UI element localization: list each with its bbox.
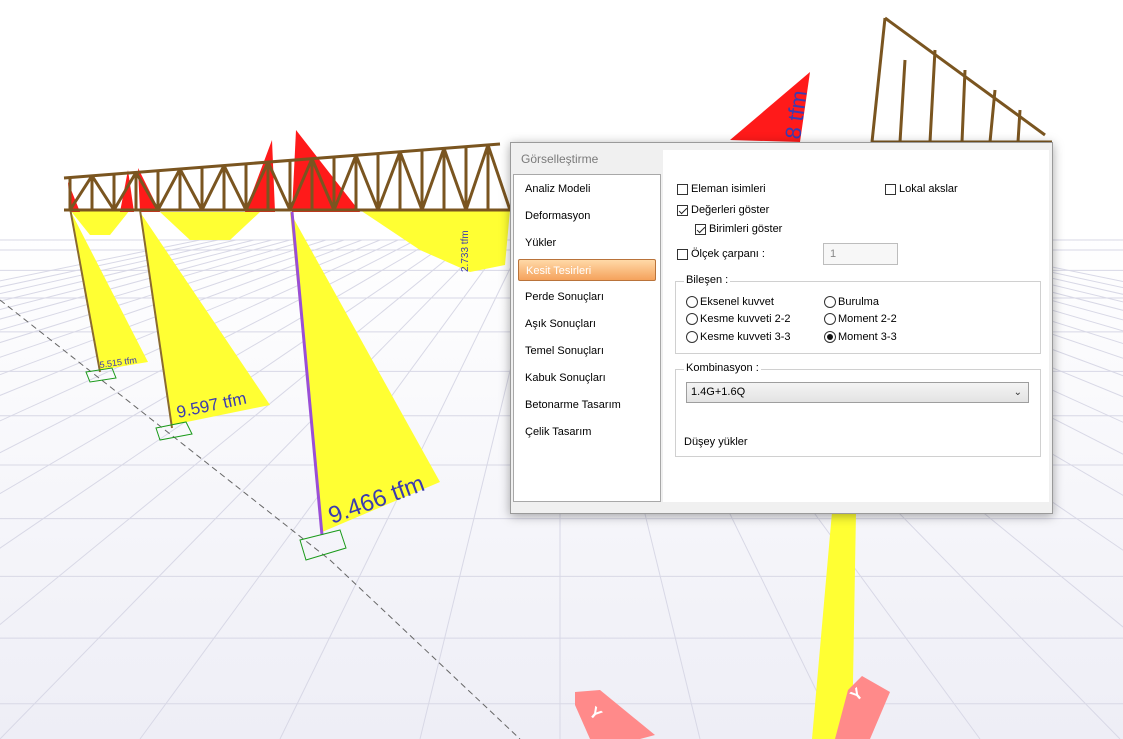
radio-icon: [824, 313, 836, 325]
nav-item[interactable]: Aşık Sonuçları: [518, 313, 656, 335]
category-list: Analiz Modeli Deformasyon Yükler Kesit Tesi…: [513, 174, 661, 502]
options-panel: Eleman isimleri Lokal akslar Değerleri g…: [663, 150, 1049, 502]
nav-item[interactable]: Temel Sonuçları: [518, 340, 656, 362]
checkbox-icon: [885, 183, 896, 195]
dialog-title: Görselleştirme: [521, 152, 599, 166]
beam-moment-label: 2.733 tfm: [460, 230, 471, 272]
right-truss: [870, 16, 1052, 144]
nav-item[interactable]: Yükler: [518, 232, 656, 254]
radio-icon: [686, 313, 698, 325]
kombinasyon-group: Kombinasyon : 1.4G+1.6Q ⌄ Düşey yükler: [675, 362, 1041, 457]
lokal-akslar-checkbox[interactable]: Lokal akslar: [885, 183, 958, 195]
top-moment-label: 8 tfm: [780, 89, 812, 141]
visualization-dialog: Görselleştirme ✕ Analiz ModeliDeformasyo…: [510, 142, 1053, 514]
truss-frames: [68, 144, 512, 211]
moment-negative-2: [120, 170, 134, 212]
degerleri-goster-checkbox[interactable]: Değerleri göster: [677, 204, 769, 216]
kombinasyon-select[interactable]: 1.4G+1.6Q ⌄: [686, 382, 1029, 403]
radio-selected-icon: [824, 331, 836, 343]
radio-moment-3-3[interactable]: Moment 3-3: [824, 331, 897, 343]
nav-item[interactable]: Perde Sonuçları: [518, 286, 656, 308]
nav-item[interactable]: Kesit Tesirleri: [518, 259, 656, 281]
bilesen-group: Bileşen : Eksenel kuvvet Kesme kuvveti 2…: [675, 274, 1041, 354]
scale-factor-input[interactable]: 1: [823, 243, 898, 265]
radio-burulma[interactable]: Burulma: [824, 296, 879, 308]
radio-icon: [686, 296, 698, 308]
birimleri-goster-checkbox[interactable]: Birimleri göster: [695, 223, 782, 235]
kombinasyon-description: Düşey yükler: [684, 436, 748, 448]
checkbox-icon: [677, 248, 688, 260]
chevron-down-icon: ⌄: [1013, 387, 1022, 398]
eleman-isimleri-checkbox[interactable]: Eleman isimleri: [677, 183, 766, 195]
radio-icon: [824, 296, 836, 308]
radio-icon: [686, 331, 698, 343]
radio-kesme-kuvveti-2-2[interactable]: Kesme kuvveti 2-2: [686, 313, 790, 325]
olcek-carpani-checkbox[interactable]: Ölçek çarpanı :: [677, 248, 765, 260]
radio-kesme-kuvveti-3-3[interactable]: Kesme kuvveti 3-3: [686, 331, 790, 343]
radio-eksenel-kuvvet[interactable]: Eksenel kuvvet: [686, 296, 774, 308]
checkbox-icon: [677, 183, 688, 195]
checkbox-checked-icon: [695, 223, 706, 235]
nav-item[interactable]: Deformasyon: [518, 205, 656, 227]
nav-item[interactable]: Çelik Tasarım: [518, 421, 656, 443]
nav-item[interactable]: Betonarme Tasarım: [518, 394, 656, 416]
nav-item[interactable]: Kabuk Sonuçları: [518, 367, 656, 389]
checkbox-checked-icon: [677, 204, 688, 216]
radio-moment-2-2[interactable]: Moment 2-2: [824, 313, 897, 325]
nav-item[interactable]: Analiz Modeli: [518, 178, 656, 200]
